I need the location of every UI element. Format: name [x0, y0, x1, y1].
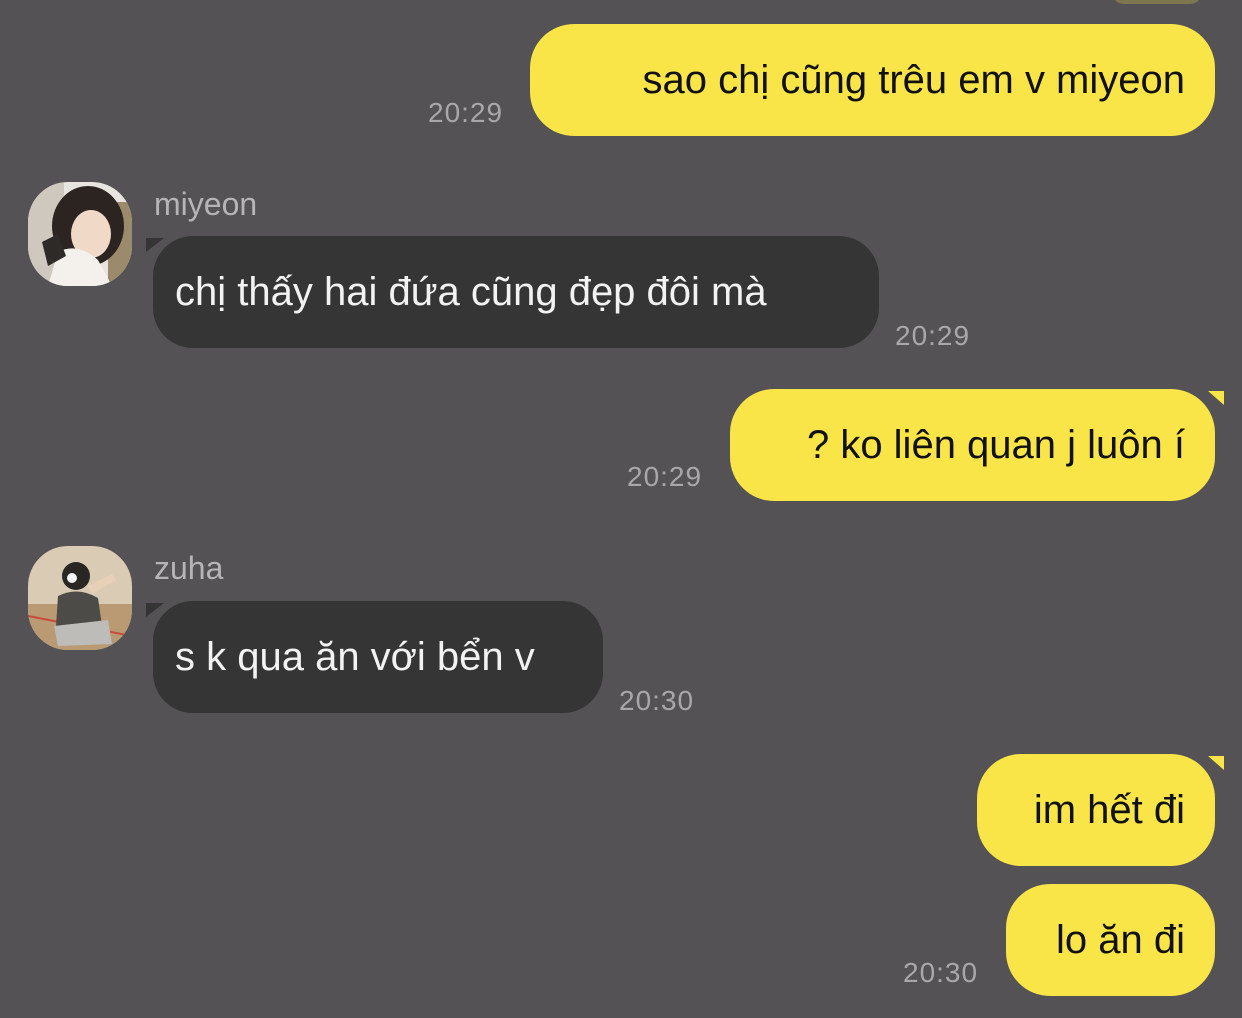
message-timestamp: 20:30	[619, 685, 695, 716]
sender-name: zuha	[154, 550, 224, 586]
previous-bubble-edge	[1112, 0, 1202, 4]
outgoing-message-bubble[interactable]: ? ko liên quan j luôn í	[730, 389, 1215, 501]
incoming-message-bubble[interactable]: chị thấy hai đứa cũng đẹp đôi mà	[153, 236, 879, 348]
outgoing-message-bubble[interactable]: im hết đi	[977, 754, 1215, 866]
message-timestamp: 20:29	[895, 320, 971, 351]
bubble-tail	[1208, 756, 1224, 770]
message-text: ? ko liên quan j luôn í	[806, 423, 1185, 467]
incoming-message-bubble[interactable]: s k qua ăn với bển v	[153, 601, 603, 713]
message-text: sao chị cũng trêu em v miyeon	[642, 58, 1185, 102]
message-text: chị thấy hai đứa cũng đẹp đôi mà	[175, 270, 767, 314]
message-timestamp: 20:29	[627, 461, 703, 492]
avatar-miyeon[interactable]	[28, 182, 132, 286]
message-text: im hết đi	[1033, 788, 1185, 832]
sender-name: miyeon	[154, 186, 258, 222]
profile-photo-icon	[28, 182, 132, 286]
message-timestamp: 20:30	[903, 957, 979, 988]
outgoing-message-bubble[interactable]: lo ăn đi	[1006, 884, 1215, 996]
message-text: s k qua ăn với bển v	[175, 635, 535, 679]
bubble-tail	[1208, 391, 1224, 405]
message-timestamp: 20:29	[428, 97, 504, 128]
profile-photo-icon	[28, 546, 132, 650]
avatar-zuha[interactable]	[28, 546, 132, 650]
message-text: lo ăn đi	[1056, 918, 1185, 962]
outgoing-message-bubble[interactable]: sao chị cũng trêu em v miyeon	[530, 24, 1215, 136]
